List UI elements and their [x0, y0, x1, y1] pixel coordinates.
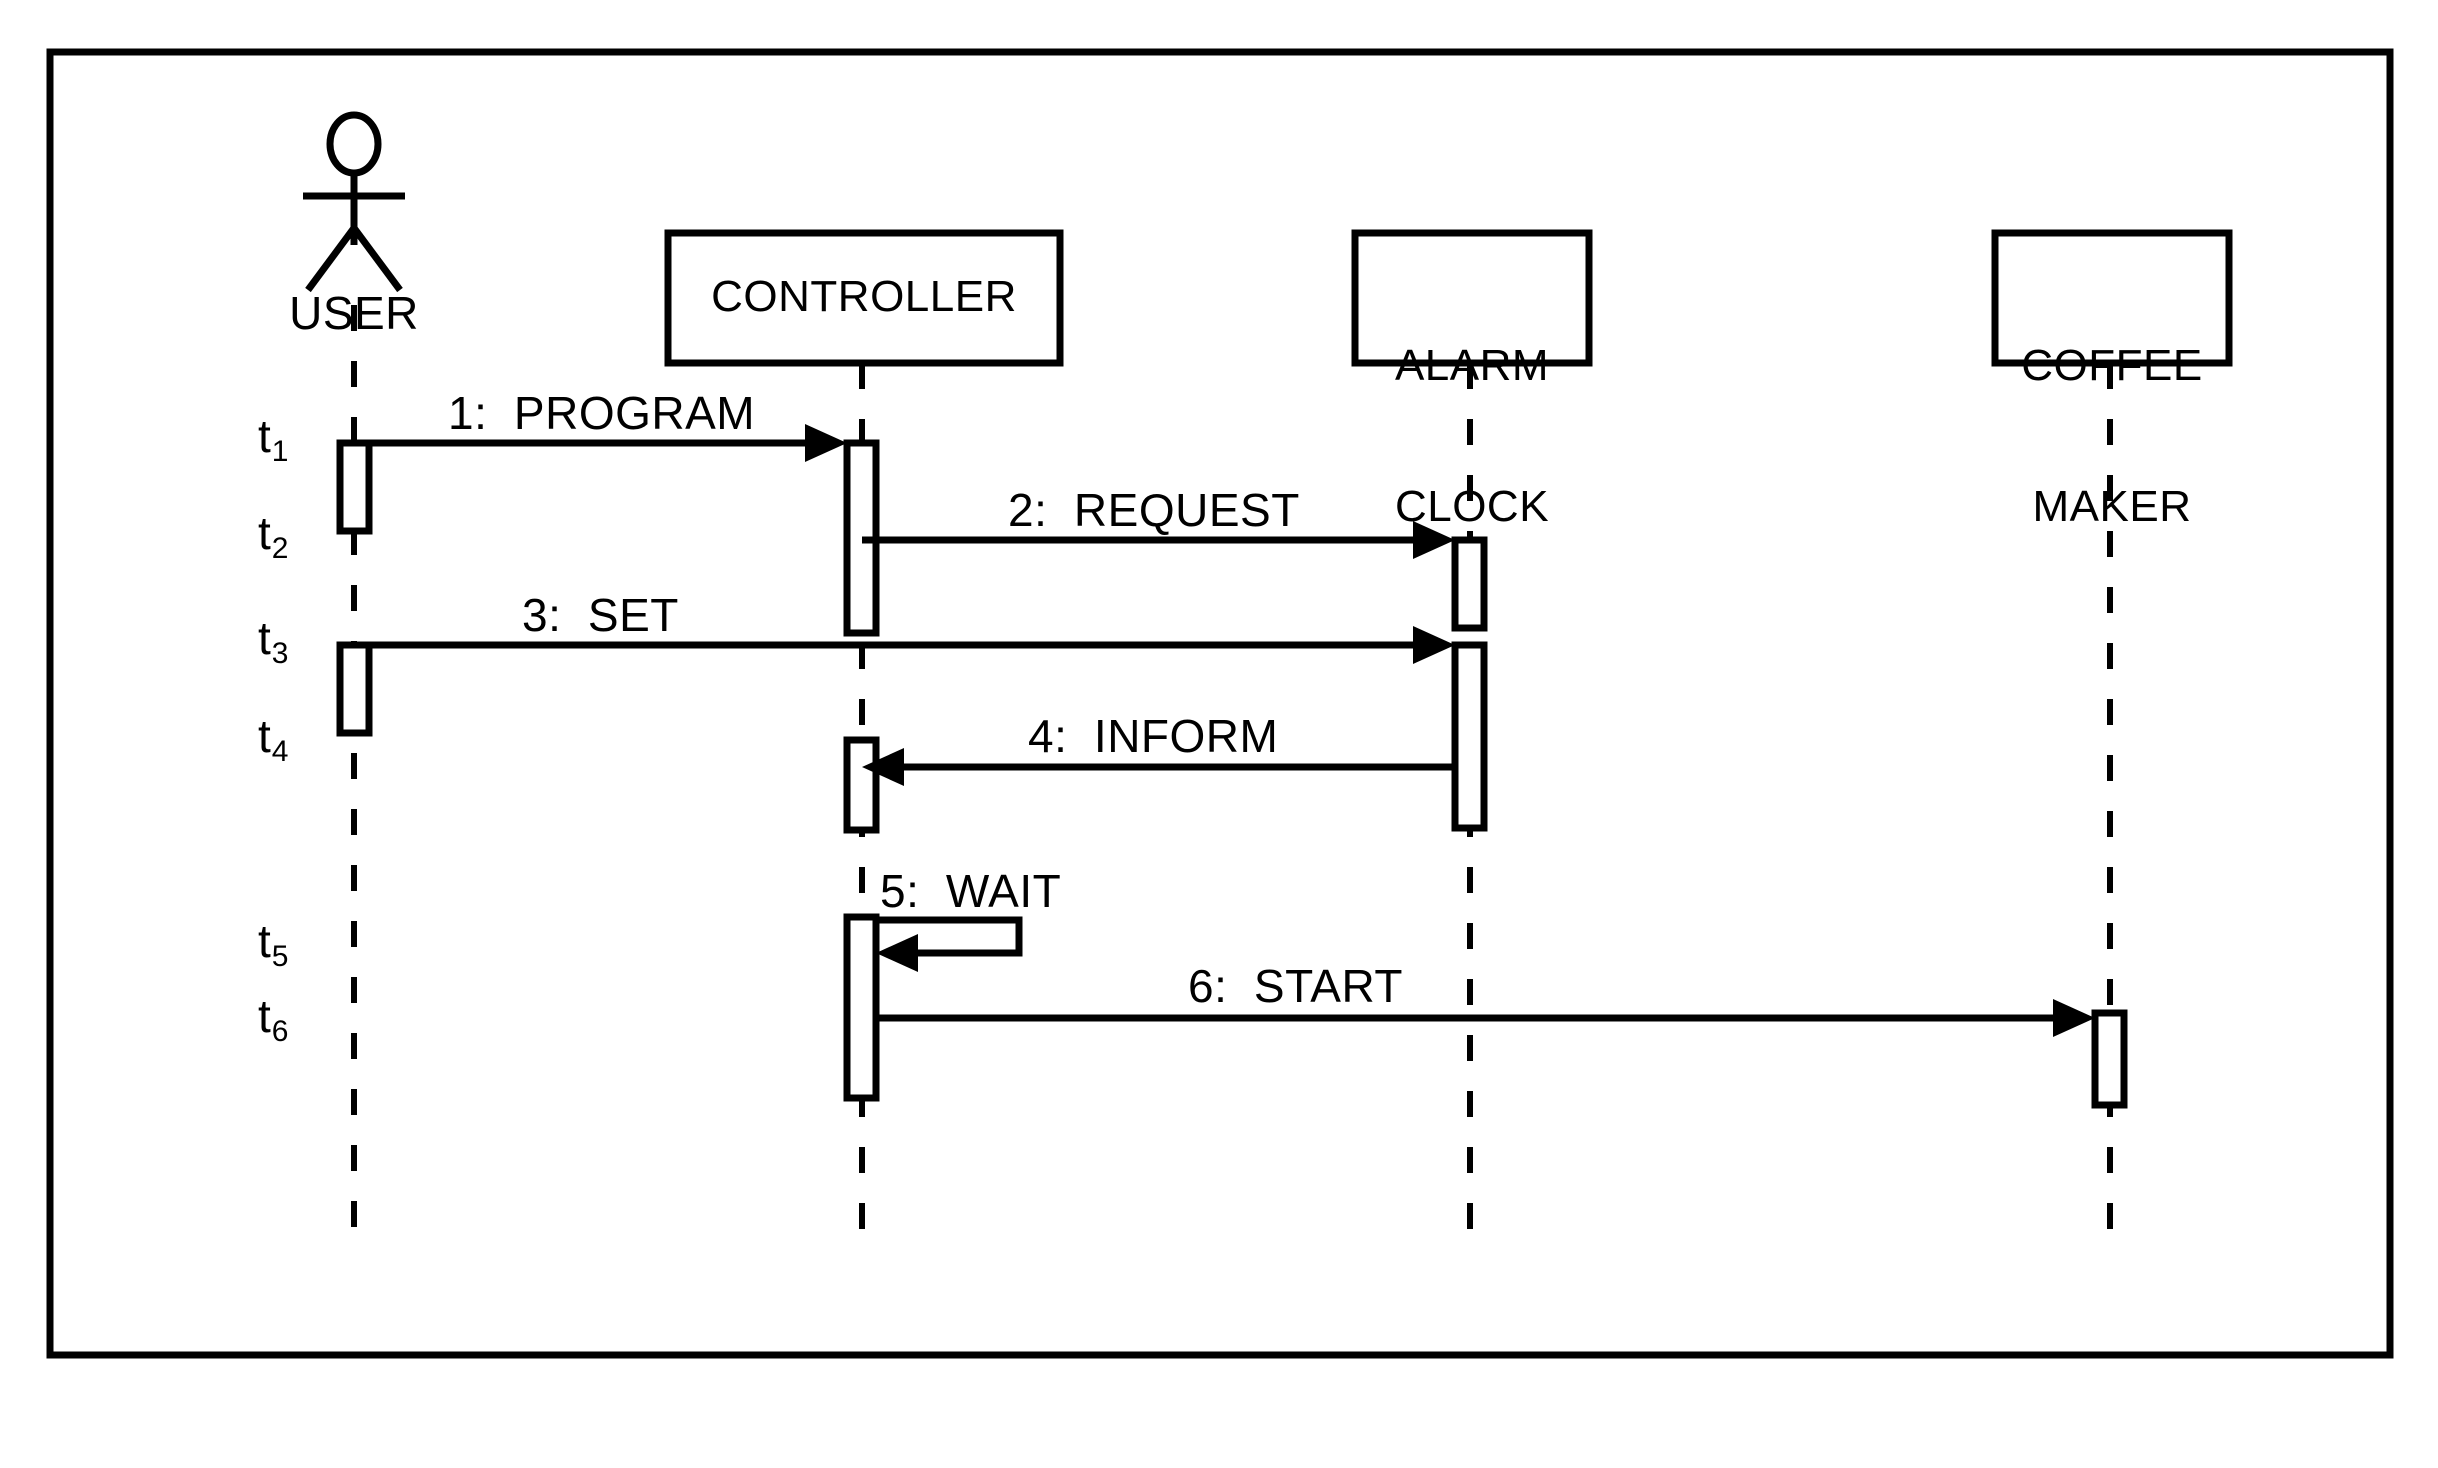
activation-bar-user-2: [336, 641, 373, 737]
message-label-4-inform: 4: INFORM: [1028, 710, 1279, 762]
time-label-t5: t5: [258, 915, 288, 972]
participant-label-coffee-maker: COFFEE MAKER: [1985, 248, 2239, 625]
time-label-t4-sub: 4: [271, 735, 289, 768]
activation-bar-controller-2: [843, 736, 880, 834]
time-label-t2-sub: 2: [271, 532, 289, 565]
message-label-3-set: 3: SET: [522, 589, 679, 641]
time-label-t1-base: t: [258, 410, 271, 462]
time-label-t5-base: t: [258, 915, 271, 967]
activation-bar-alarm-clock-2: [1451, 641, 1488, 832]
participant-label-alarm-clock-line1: ALARM: [1394, 341, 1550, 391]
time-label-t5-sub: 5: [271, 940, 289, 973]
participant-label-coffee-maker-line2: MAKER: [2032, 482, 2192, 532]
message-label-5-wait: 5: WAIT: [880, 865, 1062, 917]
participant-label-controller: CONTROLLER: [711, 272, 1017, 321]
time-label-t1-sub: 1: [271, 435, 289, 468]
time-label-t3-base: t: [258, 612, 271, 664]
participant-label-alarm-clock: ALARM CLOCK: [1355, 248, 1589, 625]
message-arrow-3-set: [354, 626, 1455, 664]
message-label-1-program: 1: PROGRAM: [448, 387, 756, 439]
time-label-t4: t4: [258, 710, 288, 767]
time-label-t6-sub: 6: [271, 1015, 289, 1048]
time-label-t3: t3: [258, 612, 288, 669]
time-label-t2-base: t: [258, 507, 271, 559]
time-label-t6: t6: [258, 990, 288, 1047]
message-label-2-request: 2: REQUEST: [1008, 484, 1300, 536]
message-arrow-6-start: [876, 999, 2095, 1037]
participant-label-alarm-clock-line2: CLOCK: [1394, 482, 1550, 532]
time-label-t1: t1: [258, 410, 288, 467]
participant-label-user: USER: [289, 287, 419, 339]
message-arrow-5-wait: [876, 916, 1023, 972]
time-label-t2: t2: [258, 507, 288, 564]
activation-bar-controller-3: [843, 913, 880, 1102]
activation-bar-user-1: [336, 439, 373, 535]
message-label-6-start: 6: START: [1188, 960, 1403, 1012]
time-label-t4-base: t: [258, 710, 271, 762]
activation-bar-coffee-maker-1: [2091, 1009, 2128, 1109]
time-label-t3-sub: 3: [271, 637, 289, 670]
sequence-diagram-canvas: USER CONTROLLER ALARM CLOCK COFFEE MAKER…: [0, 0, 2438, 1468]
time-label-t6-base: t: [258, 990, 271, 1042]
actor-user-figure: [303, 111, 405, 293]
participant-label-coffee-maker-line1: COFFEE: [2021, 341, 2203, 391]
